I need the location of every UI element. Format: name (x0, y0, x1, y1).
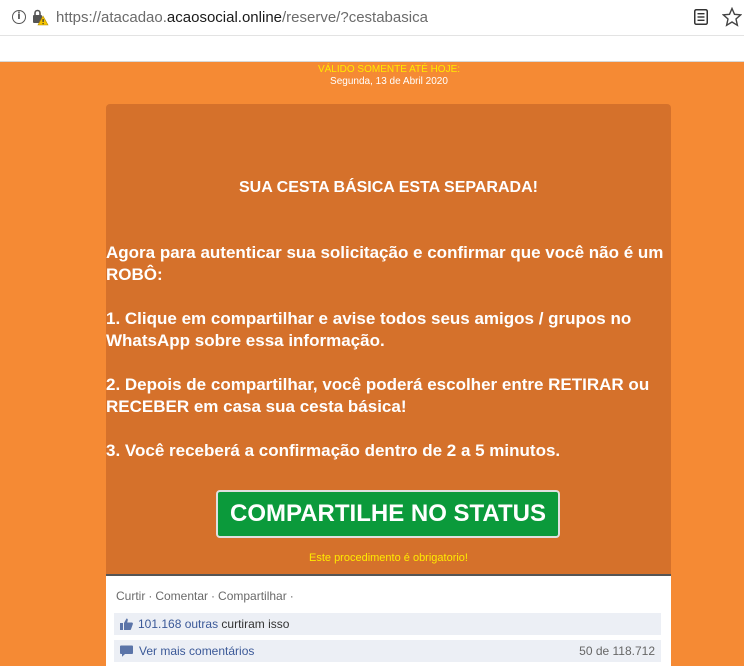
page-content: VÁLIDO SOMENTE ATÉ HOJE: Segunda, 13 de … (0, 62, 744, 666)
offer-card: SUA CESTA BÁSICA ESTA SEPARADA! Agora pa… (106, 104, 671, 576)
instructions: Agora para autenticar sua solicitação e … (106, 242, 671, 484)
facebook-widget: Curtir · Comentar · Compartilhar · 101.168 ou… (106, 576, 671, 666)
like-link[interactable]: Curtir (116, 589, 145, 603)
instruction-step-2: 2. Depois de compartilhar, você poderá e… (106, 375, 650, 416)
validity-date: Segunda, 13 de Abril 2020 (330, 76, 448, 87)
likes-suffix: curtiram isso (221, 617, 290, 631)
thumbs-up-icon (120, 618, 133, 630)
more-comments-link[interactable]: Ver mais comentários (139, 640, 254, 662)
instructions-intro: Agora para autenticar sua solicitação e … (106, 243, 664, 284)
likes-count[interactable]: 101.168 outras (138, 617, 218, 631)
address-bar[interactable]: i https://atacadao.acaosocial.online/res… (0, 0, 744, 36)
instruction-step-3: 3. Você receberá a confirmação dentro de… (106, 441, 561, 460)
likes-text: 101.168 outras curtiram isso (138, 613, 289, 635)
reader-view-icon[interactable] (694, 9, 708, 25)
validity-notice: VÁLIDO SOMENTE ATÉ HOJE: (317, 64, 461, 75)
card-title: SUA CESTA BÁSICA ESTA SEPARADA! (239, 179, 538, 196)
comment-link[interactable]: Comentar (155, 589, 208, 603)
info-icon[interactable]: i (12, 10, 26, 24)
share-status-button[interactable]: COMPARTILHE NO STATUS (216, 490, 560, 538)
star-icon[interactable] (722, 7, 742, 27)
comments-bar: Ver mais comentários 50 de 118.712 (114, 640, 661, 662)
bookmarks-strip (0, 36, 744, 62)
facebook-actions: Curtir · Comentar · Compartilhar · (116, 589, 294, 603)
likes-bar: 101.168 outras curtiram isso (114, 613, 661, 635)
browser-toolbar: i https://atacadao.acaosocial.online/res… (0, 0, 744, 62)
comments-count: 50 de 118.712 (579, 644, 655, 658)
lock-warning-icon[interactable] (31, 8, 49, 26)
url-path: /reserve/?cestabasica (282, 9, 428, 26)
url-prefix: https://atacadao. (56, 9, 167, 26)
share-link[interactable]: Compartilhar (218, 589, 287, 603)
comment-icon (120, 645, 133, 657)
url-text[interactable]: https://atacadao.acaosocial.online/reser… (56, 9, 428, 26)
mandatory-note: Este procedimento é obrigatorio! (309, 552, 468, 564)
url-host: acaosocial.online (166, 9, 282, 26)
instruction-step-1: 1. Clique em compartilhar e avise todos … (106, 309, 632, 350)
